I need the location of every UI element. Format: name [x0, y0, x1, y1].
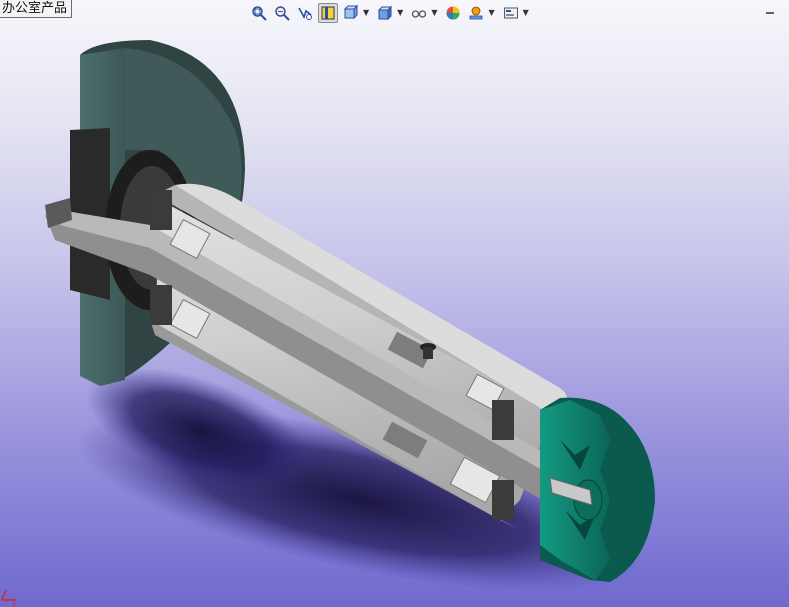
zoom-area-icon: [275, 6, 290, 21]
display-style-button[interactable]: [375, 3, 395, 23]
edit-appearance-button[interactable]: [443, 3, 463, 23]
previous-view-button[interactable]: [295, 3, 315, 23]
apply-scene-button[interactable]: [466, 3, 486, 23]
view-settings-button[interactable]: [501, 3, 521, 23]
appearance-icon: [446, 6, 460, 20]
section-view-icon: [321, 6, 335, 20]
view-settings-icon: [503, 7, 518, 19]
hide-show-items-button[interactable]: [409, 3, 429, 23]
model-viewport[interactable]: x: [0, 22, 789, 607]
document-tab-label[interactable]: 办公室产品: [0, 0, 73, 18]
zoom-fit-icon: [252, 6, 267, 21]
scene-icon: [470, 6, 483, 20]
view-orientation-dropdown-icon[interactable]: ▼: [363, 3, 369, 23]
display-style-dropdown-icon[interactable]: ▼: [397, 3, 403, 23]
hide-show-icon: [412, 10, 427, 18]
view-orientation-button[interactable]: [341, 3, 361, 23]
zoom-to-area-button[interactable]: [272, 3, 292, 23]
view-orientation-icon: [343, 5, 359, 20]
heads-up-view-toolbar: ▼ ▼ ▼ ▼ ▼: [249, 2, 535, 24]
hide-show-dropdown-icon[interactable]: ▼: [431, 3, 437, 23]
zoom-to-fit-button[interactable]: [249, 3, 269, 23]
reference-triad-icon: x: [1, 589, 16, 607]
minimize-icon[interactable]: [765, 5, 775, 15]
view-settings-dropdown-icon[interactable]: ▼: [523, 3, 529, 23]
previous-view-icon: [298, 7, 312, 20]
apply-scene-dropdown-icon[interactable]: ▼: [488, 3, 494, 23]
svg-text:x: x: [12, 600, 16, 607]
display-style-icon: [377, 5, 393, 21]
section-view-button[interactable]: [318, 3, 338, 23]
